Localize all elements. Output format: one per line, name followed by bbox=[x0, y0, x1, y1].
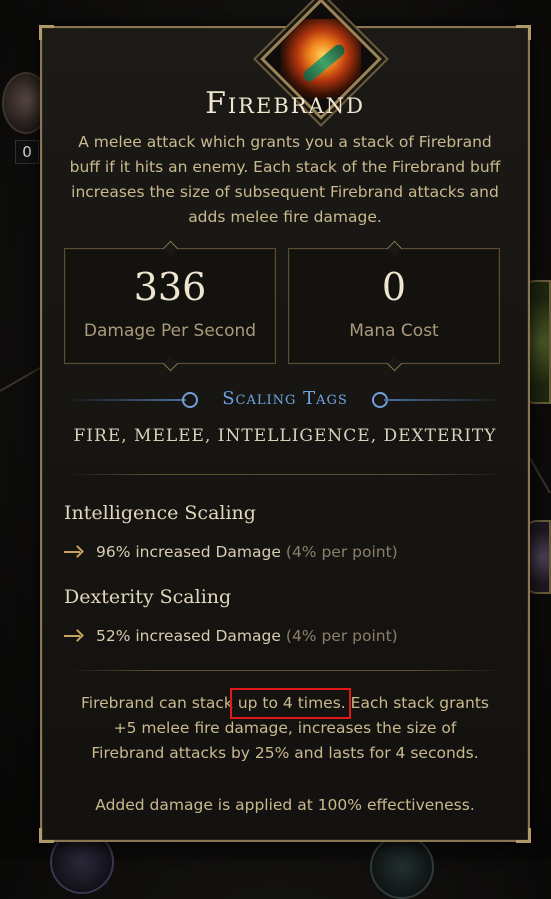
intelligence-scaling-effect: 96% increased Damage (4% per point) bbox=[64, 543, 398, 561]
background-counter: 0 bbox=[15, 140, 39, 164]
intelligence-effect-text: 96% increased Damage bbox=[96, 543, 281, 561]
details-line-2: +5 melee fire damage, increases the size… bbox=[113, 719, 457, 737]
annotation-highlight-box bbox=[230, 688, 351, 719]
details-line-3: Firebrand attacks by 25% and lasts for 4… bbox=[91, 744, 479, 762]
dexterity-scaling-effect: 52% increased Damage (4% per point) bbox=[64, 627, 398, 645]
mana-cost-label: Mana Cost bbox=[349, 321, 439, 341]
effectiveness-note: Added damage is applied at 100% effectiv… bbox=[95, 796, 475, 814]
frame-corner bbox=[516, 25, 531, 40]
mana-cost-value: 0 bbox=[381, 265, 407, 309]
stat-box-mana-cost: 0 Mana Cost bbox=[288, 240, 500, 372]
skill-title: Firebrand bbox=[205, 86, 365, 121]
skill-description: A melee attack which grants you a stack … bbox=[69, 133, 501, 226]
dexterity-effect-text: 52% increased Damage bbox=[96, 627, 281, 645]
dps-label: Damage Per Second bbox=[83, 321, 257, 341]
scaling-tags-list: FIRE, MELEE, INTELLIGENCE, DEXTERITY bbox=[73, 426, 497, 446]
intelligence-scaling-title: Intelligence Scaling bbox=[64, 502, 256, 524]
section-divider bbox=[66, 474, 504, 475]
intelligence-per-point: (4% per point) bbox=[285, 543, 398, 561]
frame-corner bbox=[516, 828, 531, 843]
frame-corner bbox=[39, 25, 54, 40]
background-skill-orb-bottom-right[interactable] bbox=[370, 835, 434, 899]
stat-box-dps: 336 Damage Per Second bbox=[64, 240, 276, 372]
dexterity-scaling-title: Dexterity Scaling bbox=[64, 586, 232, 608]
scaling-tags-header: Scaling Tags bbox=[66, 386, 504, 416]
dexterity-per-point: (4% per point) bbox=[285, 627, 398, 645]
section-divider bbox=[66, 670, 504, 671]
arrow-bullet-icon bbox=[64, 629, 84, 643]
frame-corner bbox=[39, 828, 54, 843]
skill-tooltip: Firebrand A melee attack which grants yo… bbox=[39, 0, 531, 843]
dps-value: 336 bbox=[133, 265, 207, 309]
arrow-bullet-icon bbox=[64, 545, 84, 559]
